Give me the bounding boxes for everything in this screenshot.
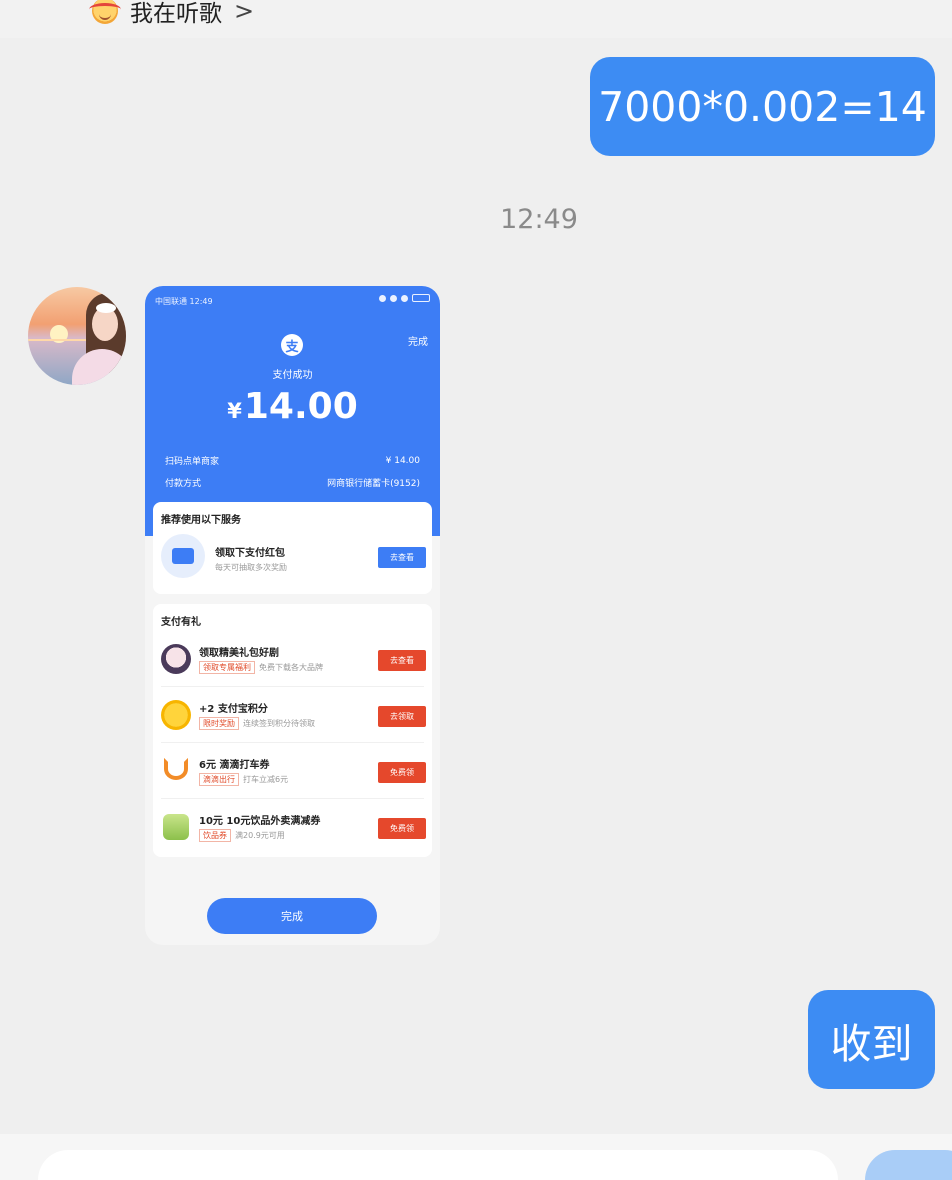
gift-title: 支付有礼 bbox=[161, 617, 201, 628]
gift-item-tag: 限时奖励 bbox=[199, 717, 239, 730]
amount-value: 14.00 bbox=[243, 386, 358, 427]
gift-item-button: 去查看 bbox=[378, 650, 426, 671]
recommend-card: 推荐使用以下服务 领取下支付红包 每天可抽取多次奖励 去查看 bbox=[153, 502, 432, 594]
recommend-item-sub: 每天可抽取多次奖励 bbox=[215, 563, 287, 572]
gift-item-button: 免费领 bbox=[378, 818, 426, 839]
recommend-item-title: 领取下支付红包 bbox=[215, 548, 285, 559]
gift-item-title: 10元 10元饮品外卖满减券 bbox=[199, 816, 321, 827]
receipt-done-button: 完成 bbox=[207, 898, 377, 934]
sent-message-calculation[interactable]: 7000*0.002=14 bbox=[590, 57, 935, 156]
gift-item-sub: 连续签到积分待领取 bbox=[243, 719, 315, 728]
contact-avatar[interactable] bbox=[28, 287, 126, 385]
receipt-done-link: 完成 bbox=[408, 337, 428, 348]
divider bbox=[161, 742, 424, 743]
listening-status[interactable]: 我在听歌 > bbox=[89, 0, 255, 28]
gift-item-button: 免费领 bbox=[378, 762, 426, 783]
headphone-face-icon bbox=[89, 0, 121, 24]
message-input[interactable] bbox=[38, 1150, 838, 1180]
send-button[interactable] bbox=[865, 1150, 952, 1180]
received-payment-screenshot[interactable]: 中国联通 12:49 完成 支 支付成功 ¥14.00 扫码点单商家 ¥ 14.… bbox=[145, 286, 440, 945]
currency-symbol: ¥ bbox=[227, 399, 242, 423]
coin-icon bbox=[161, 700, 191, 730]
anime-avatar-icon bbox=[161, 644, 191, 674]
recommend-view-button: 去查看 bbox=[378, 547, 426, 568]
divider bbox=[161, 686, 424, 687]
gift-item-tag: 领取专属福利 bbox=[199, 661, 255, 674]
merchant-amount: ¥ 14.00 bbox=[385, 456, 420, 466]
payment-amount: ¥14.00 bbox=[145, 386, 440, 427]
mini-status-bar: 中国联通 12:49 bbox=[155, 297, 213, 306]
battery-icon bbox=[412, 294, 430, 302]
gift-item-tag: 饮品券 bbox=[199, 829, 231, 842]
merchant-label: 扫码点单商家 bbox=[165, 457, 220, 467]
gift-item-sub: 打车立减6元 bbox=[243, 775, 289, 784]
top-bar: 我在听歌 > bbox=[0, 0, 952, 38]
recommend-title: 推荐使用以下服务 bbox=[161, 515, 241, 526]
payment-method-label: 付款方式 bbox=[165, 479, 202, 489]
gift-item-sub: 免费下载各大品牌 bbox=[259, 663, 323, 672]
mini-status-icons bbox=[379, 294, 430, 302]
gift-item-title: 6元 滴滴打车券 bbox=[199, 760, 270, 771]
sent-message-received[interactable]: 收到 bbox=[808, 990, 935, 1089]
payment-success-label: 支付成功 bbox=[272, 370, 313, 381]
gift-item-sub: 满20.9元可用 bbox=[235, 831, 285, 840]
gift-item-title: 领取精美礼包好剧 bbox=[199, 648, 279, 659]
signal-icon bbox=[401, 294, 408, 302]
cup-icon bbox=[164, 758, 188, 780]
receipt-header: 中国联通 12:49 完成 支 支付成功 ¥14.00 扫码点单商家 ¥ 14.… bbox=[145, 286, 440, 536]
divider bbox=[161, 798, 424, 799]
moon-icon bbox=[390, 294, 397, 302]
eye-icon bbox=[379, 294, 386, 302]
gift-item-button: 去领取 bbox=[378, 706, 426, 727]
gift-card: 支付有礼 领取精美礼包好剧 领取专属福利 免费下载各大品牌 去查看 +2 支付宝积… bbox=[153, 604, 432, 857]
listening-status-text: 我在听歌 bbox=[130, 1, 222, 27]
message-timestamp: 12:49 bbox=[500, 204, 578, 235]
chevron-right-icon: > bbox=[234, 0, 255, 25]
payment-method-value: 网商银行储蓄卡(9152) bbox=[327, 479, 420, 489]
gift-item-tag: 滴滴出行 bbox=[199, 773, 239, 786]
shop-icon bbox=[161, 534, 205, 578]
drink-icon bbox=[163, 814, 189, 840]
alipay-icon: 支 bbox=[281, 334, 303, 356]
gift-item-title: +2 支付宝积分 bbox=[199, 704, 268, 715]
